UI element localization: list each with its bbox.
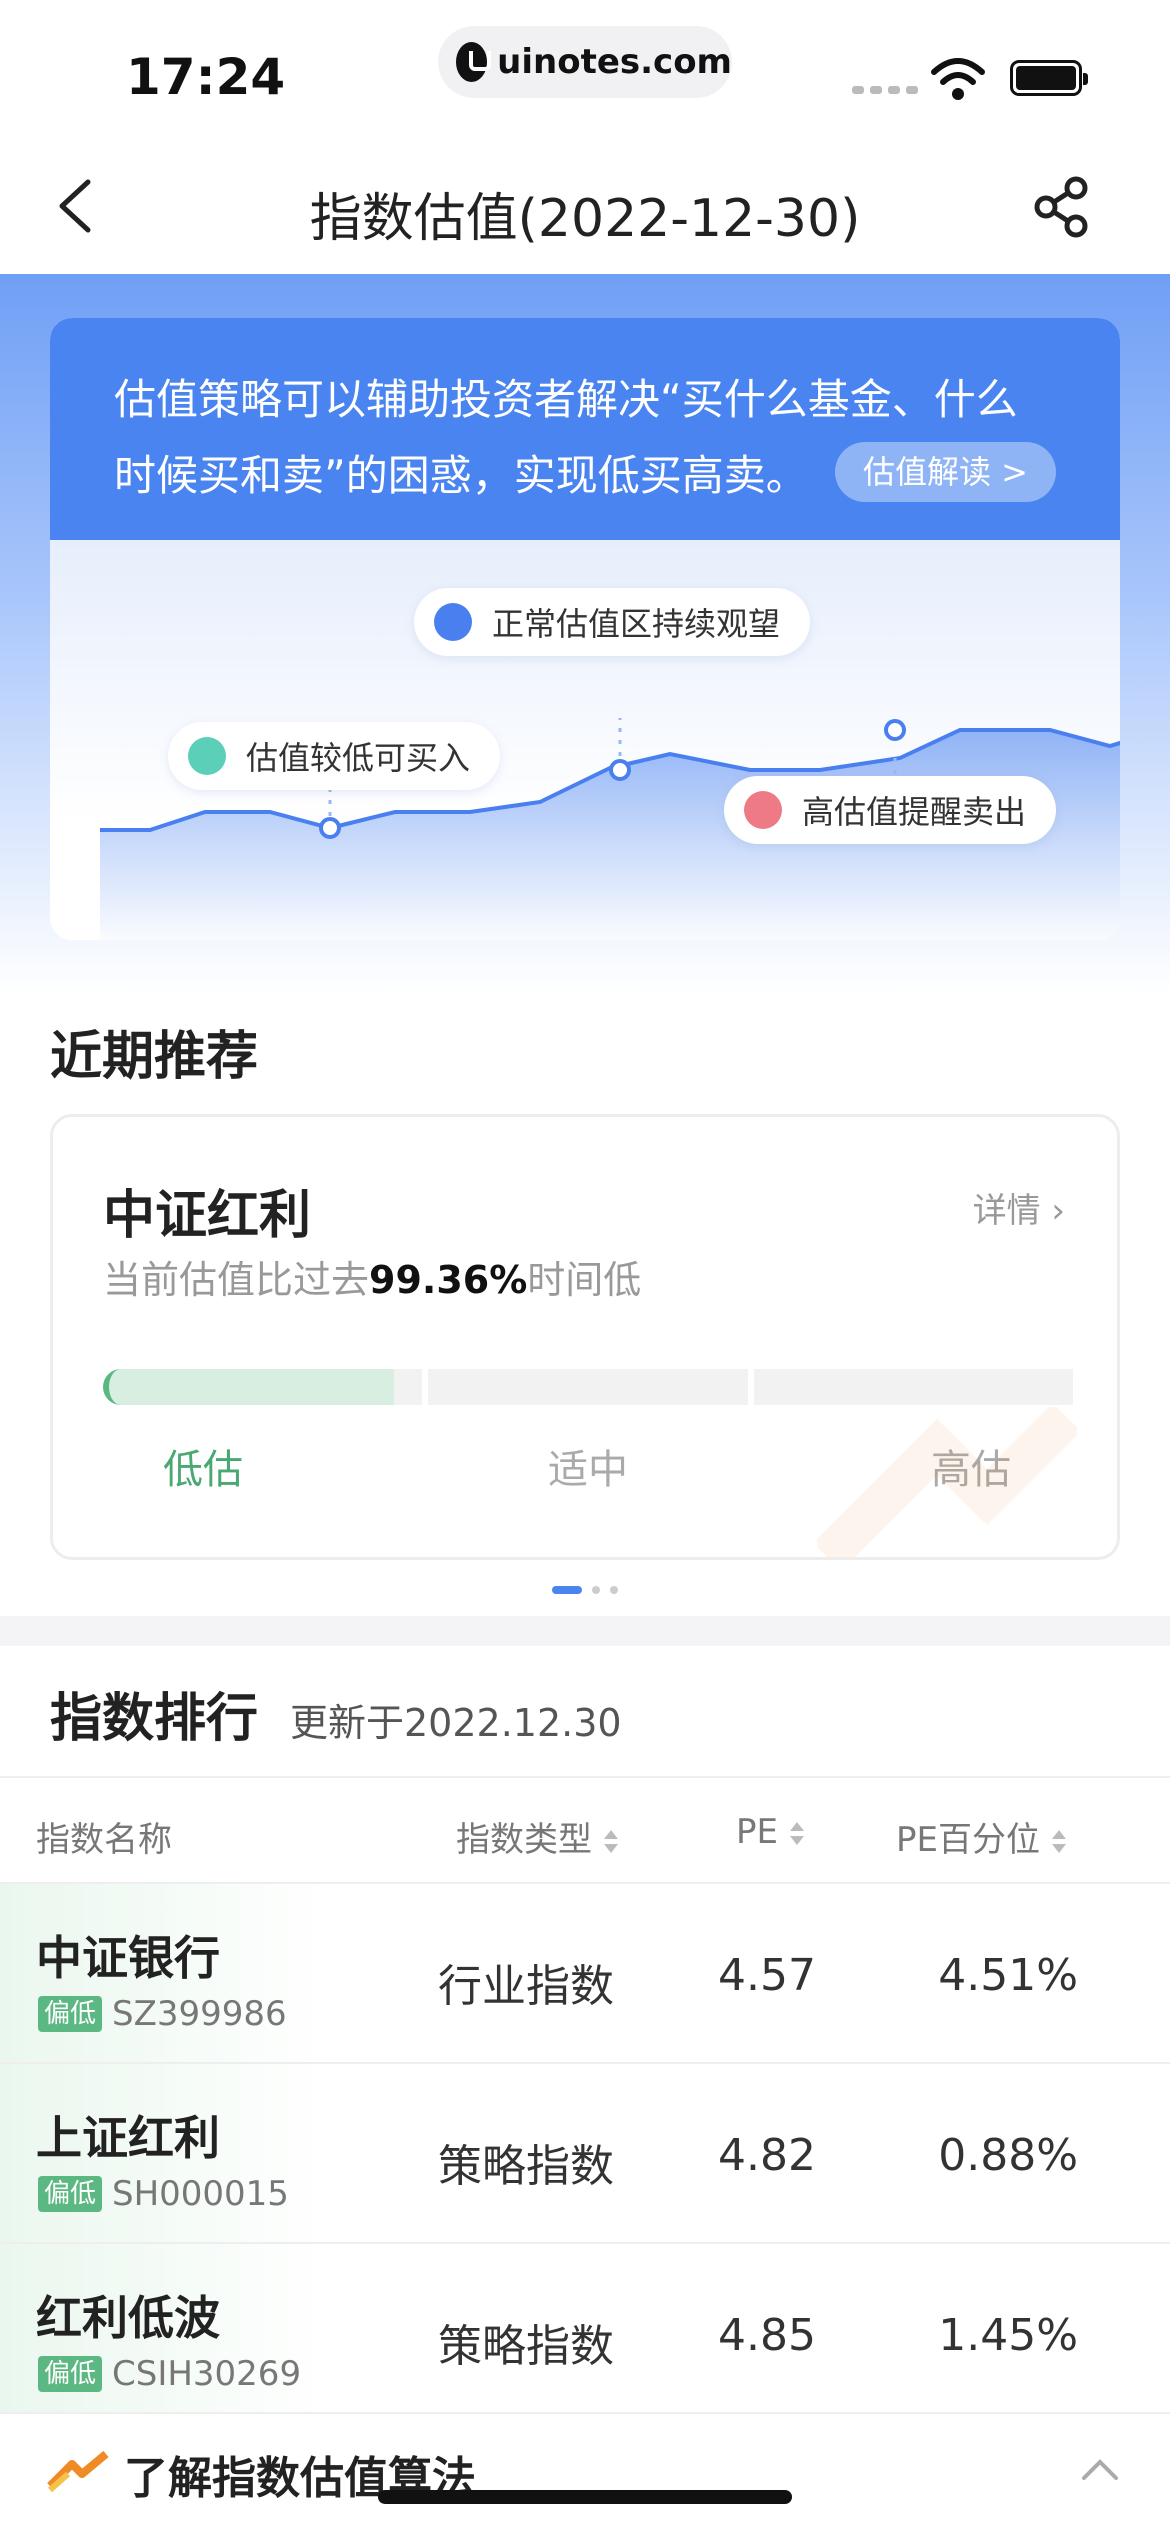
pager-dot bbox=[552, 1586, 582, 1594]
home-indicator bbox=[378, 2490, 792, 2504]
row-name: 上证红利 bbox=[36, 2111, 220, 2165]
row-name: 中证银行 bbox=[36, 1931, 220, 1985]
row-tag: 偏低 bbox=[38, 2176, 103, 2212]
bubble-low-text: 估值较低可买入 bbox=[246, 739, 471, 777]
pager-dot bbox=[610, 1586, 618, 1594]
lock-icon bbox=[456, 42, 492, 82]
col-pe-sort[interactable]: PE bbox=[736, 1812, 804, 1852]
status-bar: 17:24 uinotes.com bbox=[0, 0, 1170, 140]
level-segment-high bbox=[753, 1369, 1073, 1405]
high-dot-icon bbox=[744, 791, 782, 829]
valuation-level-bar bbox=[103, 1369, 1073, 1405]
recommend-description: 当前估值比过去99.36%时间低 bbox=[103, 1249, 641, 1304]
table-header: 指数名称 指数类型 PE PE百分位 bbox=[0, 1776, 1170, 1884]
recommend-card[interactable]: 中证红利 详情 › 当前估值比过去99.36%时间低 低估 适中 高估 bbox=[50, 1114, 1120, 1560]
row-type: 策略指数 bbox=[438, 2141, 614, 2192]
ranking-updated: 更新于2022.12.30 bbox=[290, 1701, 622, 1745]
row-pe: 4.57 bbox=[718, 1950, 816, 2001]
hero-intro: 估值策略可以辅助投资者解决“买什么基金、什么 时候买和卖”的困惑，实现低买高卖。… bbox=[50, 318, 1120, 540]
hero-card: 估值策略可以辅助投资者解决“买什么基金、什么 时候买和卖”的困惑，实现低买高卖。… bbox=[50, 318, 1120, 940]
row-name: 红利低波 bbox=[36, 2291, 220, 2345]
pager-dots bbox=[0, 1586, 1170, 1594]
bubble-normal-text: 正常估值区持续观望 bbox=[492, 605, 781, 643]
col-pct: PE百分位 bbox=[896, 1820, 1040, 1860]
trend-logo-icon bbox=[47, 2450, 109, 2492]
row-code: SH000015 bbox=[112, 2174, 289, 2214]
row-code: SZ399986 bbox=[112, 1994, 287, 2034]
desc-prefix: 当前估值比过去 bbox=[103, 1258, 370, 1302]
col-pct-sort[interactable]: PE百分位 bbox=[896, 1812, 1066, 1861]
chevron-up-icon[interactable] bbox=[1080, 2454, 1120, 2484]
bubble-high-text: 高估值提醒卖出 bbox=[802, 793, 1027, 831]
label-low: 低估 bbox=[163, 1447, 243, 1493]
sort-icon bbox=[788, 1821, 804, 1846]
sort-icon bbox=[1050, 1829, 1066, 1854]
wifi-icon bbox=[931, 58, 985, 100]
row-code: CSIH30269 bbox=[112, 2354, 302, 2394]
recommend-index-name: 中证红利 bbox=[103, 1186, 312, 1246]
sort-icon bbox=[602, 1829, 618, 1854]
section-divider bbox=[0, 1616, 1170, 1646]
signal-icon bbox=[852, 86, 918, 94]
watermark-logo-icon bbox=[817, 1407, 1077, 1557]
url-text: uinotes.com bbox=[497, 42, 732, 82]
bottom-learn-bar[interactable]: 了解指数估值算法 bbox=[0, 2412, 1170, 2532]
desc-suffix: 时间低 bbox=[527, 1258, 642, 1302]
level-fill bbox=[103, 1369, 394, 1405]
bubble-high: 高估值提醒卖出 bbox=[724, 776, 1057, 844]
row-pe: 4.82 bbox=[718, 2130, 816, 2181]
col-name: 指数名称 bbox=[36, 1820, 172, 1860]
bubble-normal: 正常估值区持续观望 bbox=[414, 588, 811, 656]
table-row[interactable]: 红利低波 偏低 CSIH30269 策略指数 4.85 1.45% bbox=[0, 2244, 1170, 2424]
col-type-sort[interactable]: 指数类型 bbox=[456, 1812, 618, 1861]
valuation-guide-button[interactable]: 估值解读 > bbox=[835, 442, 1056, 502]
row-type: 策略指数 bbox=[438, 2321, 614, 2372]
pager-dot bbox=[592, 1586, 600, 1594]
row-pct: 1.45% bbox=[938, 2310, 1078, 2361]
row-pct: 4.51% bbox=[938, 1950, 1078, 2001]
col-type: 指数类型 bbox=[456, 1820, 592, 1860]
row-pe: 4.85 bbox=[718, 2310, 816, 2361]
nav-bar: 指数估值(2022-12-30) bbox=[0, 140, 1170, 274]
low-dot-icon bbox=[188, 737, 226, 775]
desc-value: 99.36% bbox=[369, 1258, 528, 1302]
row-pct: 0.88% bbox=[938, 2130, 1078, 2181]
ranking-title: 指数排行 bbox=[50, 1689, 259, 1749]
hero-intro-line1: 估值策略可以辅助投资者解决“买什么基金、什么 bbox=[114, 375, 1018, 424]
table-row[interactable]: 上证红利 偏低 SH000015 策略指数 4.82 0.88% bbox=[0, 2064, 1170, 2244]
row-type: 行业指数 bbox=[438, 1961, 614, 2012]
level-segment-mid bbox=[428, 1369, 748, 1405]
hero-illustration: 估值较低可买入 正常估值区持续观望 高估值提醒卖出 bbox=[50, 540, 1120, 940]
label-mid: 适中 bbox=[548, 1447, 628, 1493]
row-tag: 偏低 bbox=[38, 1996, 103, 2032]
url-pill[interactable]: uinotes.com bbox=[438, 26, 732, 98]
detail-link[interactable]: 详情 › bbox=[973, 1183, 1065, 1232]
row-tag: 偏低 bbox=[38, 2356, 103, 2392]
col-pe: PE bbox=[736, 1812, 778, 1852]
battery-icon bbox=[1010, 60, 1088, 96]
status-time: 17:24 bbox=[126, 48, 286, 106]
page-title: 指数估值(2022-12-30) bbox=[309, 189, 861, 249]
recommend-section-title: 近期推荐 bbox=[50, 1027, 259, 1087]
share-icon[interactable] bbox=[1030, 174, 1096, 240]
table-row[interactable]: 中证银行 偏低 SZ399986 行业指数 4.57 4.51% bbox=[0, 1884, 1170, 2064]
normal-dot-icon bbox=[434, 603, 472, 641]
bubble-low: 估值较低可买入 bbox=[168, 722, 501, 790]
